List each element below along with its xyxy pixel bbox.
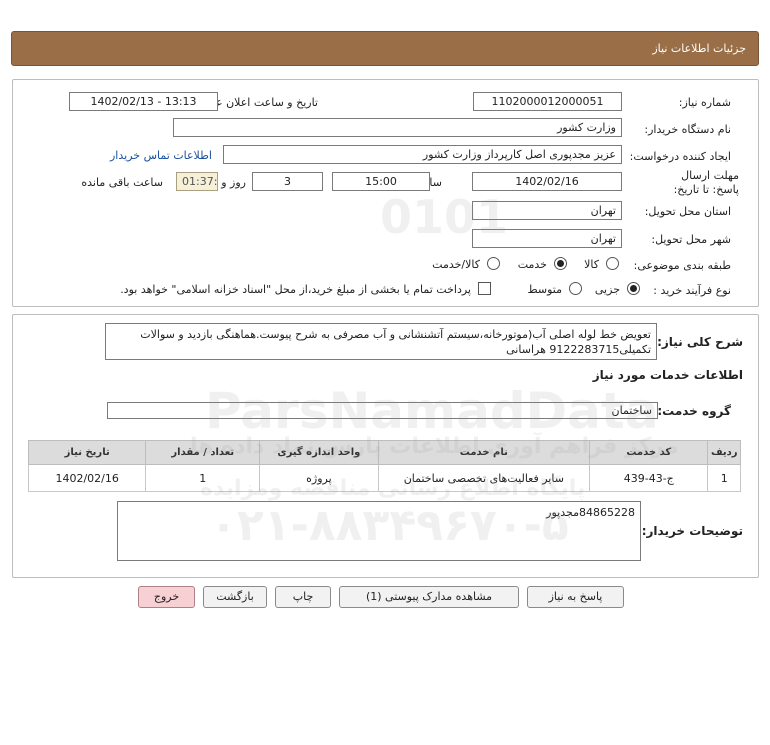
buyer-notes-label: توضیحات خریدار: [641, 524, 743, 538]
category-option-service: خدمت [517, 258, 547, 271]
cell-row-number: 1 [707, 464, 741, 492]
col-header-row-number: ردیف [707, 440, 741, 465]
purchase-option-medium: متوسط [527, 283, 562, 296]
remaining-time-field: 01:37:00 [176, 172, 218, 191]
reply-to-need-button[interactable]: پاسخ به نیاز [527, 586, 624, 608]
col-header-service-name: نام خدمت [377, 440, 591, 465]
description-label: شرح کلی نیاز: [657, 335, 743, 349]
cell-need-date: 1402/02/16 [27, 464, 147, 492]
city-field[interactable]: تهران [472, 229, 622, 248]
treasury-payment-note: پرداخت تمام یا بخشی از مبلغ خرید،از محل … [120, 283, 471, 296]
services-heading: اطلاعات خدمات مورد نیاز [592, 368, 743, 382]
view-attachments-button[interactable]: مشاهده مدارک پیوستی (1) [339, 586, 519, 608]
category-option-goods: کالا [584, 258, 599, 271]
services-table: ردیف کد خدمت نام خدمت واحد اندازه گیری ت… [27, 440, 741, 492]
requester-label: ایجاد کننده درخواست: [629, 150, 731, 163]
col-header-need-date: تاریخ نیاز [27, 440, 147, 465]
days-remaining-field[interactable]: 3 [252, 172, 323, 191]
category-label: طبقه بندی موضوعی: [633, 259, 731, 272]
description-field[interactable]: تعویض خط لوله اصلی آب(موتورخانه،سیستم آت… [105, 323, 657, 360]
col-header-quantity: تعداد / مقدار [145, 440, 261, 465]
need-number-field[interactable]: 1102000012000051 [473, 92, 622, 111]
need-number-label: شماره نیاز: [678, 96, 731, 109]
purchase-radio-minor[interactable] [627, 282, 640, 295]
buyer-contact-link[interactable]: اطلاعات تماس خریدار [110, 149, 212, 162]
category-radio-service[interactable] [554, 257, 567, 270]
cell-service-code: ج-43-439 [589, 464, 709, 492]
requester-field[interactable]: عزیز مجدپوری اصل کارپرداز وزارت کشور [223, 145, 622, 164]
deadline-date-field[interactable]: 1402/02/16 [472, 172, 622, 191]
table-row[interactable]: 1 ج-43-439 سایر فعالیت‌های تخصصی ساختمان… [27, 464, 741, 492]
purchase-type-label: نوع فرآیند خرید : [653, 284, 731, 297]
purchase-radio-medium[interactable] [569, 282, 582, 295]
deadline-label: مهلت ارسال پاسخ: تا تاریخ: [673, 169, 739, 196]
deadline-time-field[interactable]: 15:00 [332, 172, 430, 191]
table-header-row: ردیف کد خدمت نام خدمت واحد اندازه گیری ت… [27, 440, 741, 465]
service-group-label: گروه خدمت: [657, 404, 731, 418]
service-group-field[interactable]: ساختمان [107, 402, 658, 419]
purchase-option-minor: جزیی [594, 283, 620, 296]
cell-unit: پروژه [259, 464, 379, 492]
need-info-panel [12, 79, 759, 307]
cell-service-name: سایر فعالیت‌های تخصصی ساختمان [377, 464, 591, 492]
category-radio-goods-service[interactable] [487, 257, 500, 270]
cell-quantity: 1 [145, 464, 261, 492]
city-label: شهر محل تحویل: [651, 233, 731, 246]
page-title: جزئیات اطلاعات نیاز [652, 42, 746, 55]
province-label: استان محل تحویل: [644, 205, 731, 218]
remaining-time-label: ساعت باقی مانده [81, 176, 163, 189]
treasury-payment-checkbox[interactable] [478, 282, 491, 295]
back-button[interactable]: بازگشت [203, 586, 267, 608]
col-header-unit: واحد اندازه گیری [259, 440, 379, 465]
col-header-service-code: کد خدمت [589, 440, 709, 465]
days-label: روز و [221, 176, 246, 189]
province-field[interactable]: تهران [472, 201, 622, 220]
page-title-bar: جزئیات اطلاعات نیاز [11, 31, 759, 66]
category-option-goods-service: کالا/خدمت [432, 258, 480, 271]
exit-button[interactable]: خروج [138, 586, 195, 608]
print-button[interactable]: چاپ [275, 586, 331, 608]
buyer-org-label: نام دستگاه خریدار: [644, 123, 731, 136]
announce-date-field[interactable]: 1402/02/13 - 13:13 [69, 92, 218, 111]
category-radio-goods[interactable] [606, 257, 619, 270]
buyer-notes-field[interactable]: 84865228مجدپور [117, 501, 641, 561]
buyer-org-field[interactable]: وزارت کشور [173, 118, 622, 137]
